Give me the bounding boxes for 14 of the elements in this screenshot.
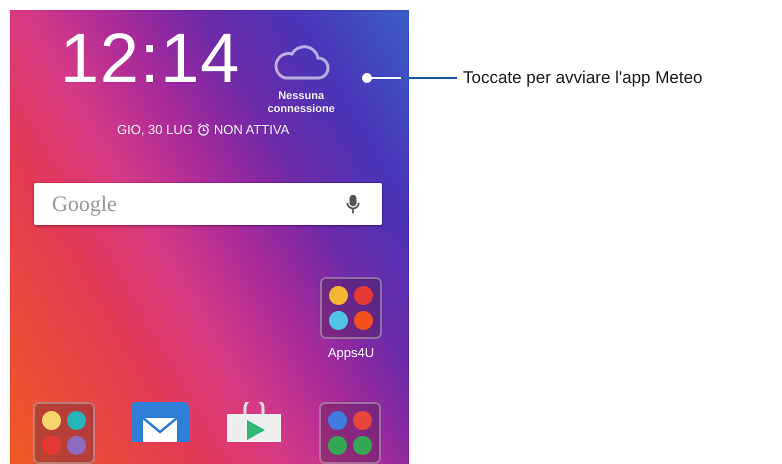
alarm-status: NON ATTIVA: [214, 122, 290, 137]
microphone-icon[interactable]: [346, 194, 360, 214]
app-folder[interactable]: [320, 277, 382, 339]
folder-label[interactable]: Apps4U: [328, 345, 374, 360]
search-logo-text: Google: [52, 191, 117, 217]
app-folder[interactable]: [33, 402, 95, 464]
shopping-bag-icon[interactable]: [225, 402, 283, 442]
date-text: GIO, 30 LUG: [117, 122, 193, 137]
weather-status[interactable]: Nessuna connessione: [266, 90, 336, 116]
callout-text: Toccate per avviare l'app Meteo: [463, 68, 702, 88]
alarm-clock-icon: [196, 123, 210, 136]
clock-time: 12:14: [60, 18, 240, 99]
mail-app-icon[interactable]: [131, 402, 189, 442]
app-folder[interactable]: [319, 402, 381, 464]
